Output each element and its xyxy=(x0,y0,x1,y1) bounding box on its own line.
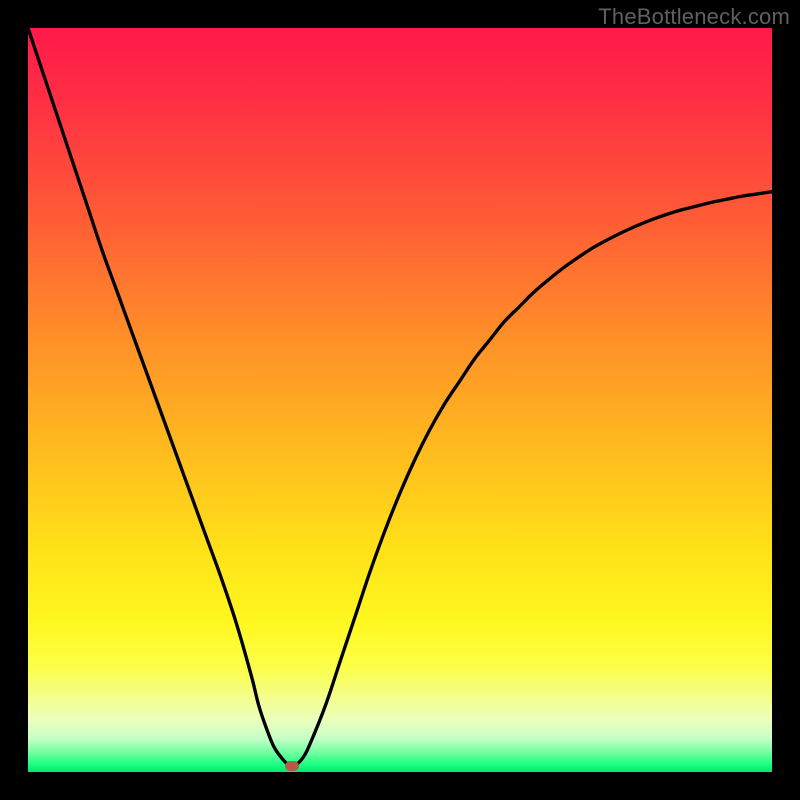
watermark-text: TheBottleneck.com xyxy=(598,4,790,30)
bottleneck-curve xyxy=(28,28,772,772)
plot-area xyxy=(28,28,772,772)
optimal-point-marker xyxy=(285,761,299,771)
chart-stage: TheBottleneck.com xyxy=(0,0,800,800)
